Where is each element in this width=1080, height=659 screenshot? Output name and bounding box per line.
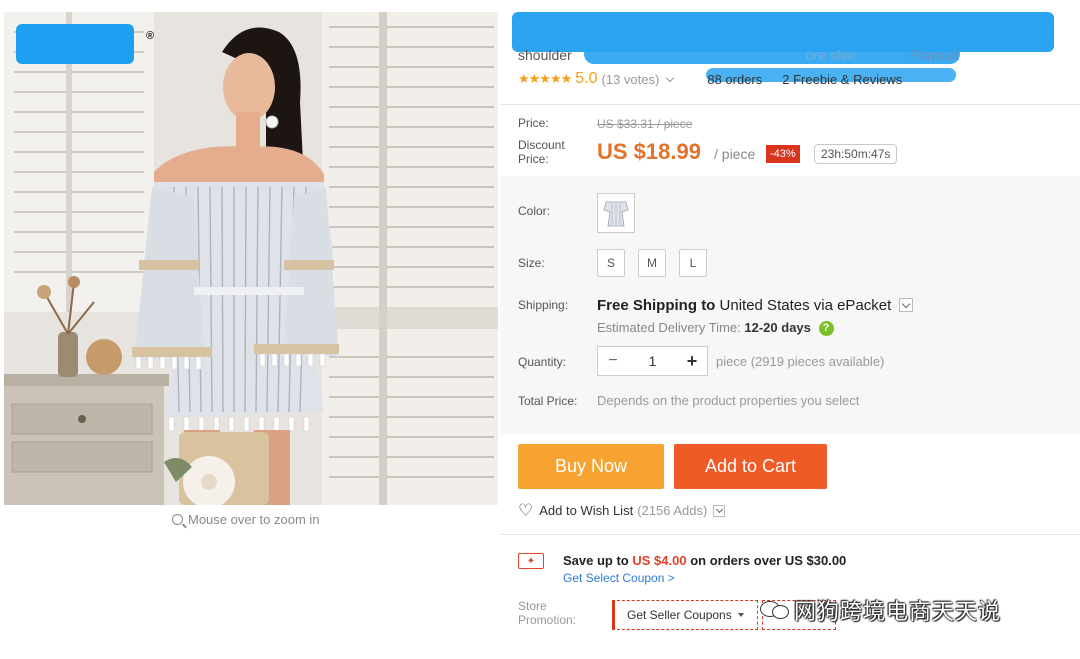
size-label: Size: bbox=[518, 256, 545, 270]
question-icon[interactable]: ? bbox=[818, 321, 834, 337]
size-option-l[interactable]: L bbox=[679, 249, 707, 277]
wish-list-label[interactable]: Add to Wish List bbox=[539, 503, 633, 518]
delivery-label: Estimated Delivery Time: bbox=[597, 320, 741, 335]
zoom-hint-text: Mouse over to zoom in bbox=[188, 512, 320, 527]
chevron-down-icon[interactable] bbox=[713, 504, 726, 517]
rating-row: ★★★★★ 5.0 (13 votes) 88 orders 2 Freebie… bbox=[518, 70, 902, 88]
store-label-line2: Promotion: bbox=[518, 613, 577, 627]
quantity-decrement-button[interactable]: − bbox=[598, 352, 628, 370]
seller-coupons-label: Get Seller Coupons bbox=[627, 608, 732, 622]
quantity-input[interactable]: 1 bbox=[628, 353, 677, 369]
save-amount: US $4.00 bbox=[632, 553, 687, 568]
store-label-line1: Store bbox=[518, 599, 547, 613]
wish-list-count: (2156 Adds) bbox=[637, 503, 708, 518]
rating-votes[interactable]: (13 votes) bbox=[602, 72, 660, 87]
delivery-time: Estimated Delivery Time: 12-20 days ? bbox=[597, 320, 834, 337]
get-select-coupon-link[interactable]: Get Select Coupon > bbox=[563, 571, 675, 585]
product-title-fragment-3: Playsuit bbox=[910, 47, 960, 63]
title-redaction-2 bbox=[584, 44, 960, 64]
buy-now-button[interactable]: Buy Now bbox=[518, 444, 664, 489]
shipping-destination: United States via ePacket bbox=[719, 297, 892, 314]
heart-icon[interactable]: ♡ bbox=[518, 502, 533, 519]
product-info-panel: shoulder ore slee Playsuit ★★★★★ 5.0 (13… bbox=[500, 0, 1080, 659]
quantity-stepper: − 1 + bbox=[597, 346, 708, 376]
rating-stars-icon: ★★★★★ bbox=[518, 71, 572, 86]
quantity-availability: piece (2919 pieces available) bbox=[716, 354, 885, 369]
get-seller-coupons-button[interactable]: Get Seller Coupons bbox=[612, 600, 758, 630]
color-label: Color: bbox=[518, 204, 551, 218]
save-promo-text: Save up to US $4.00 on orders over US $3… bbox=[563, 553, 846, 568]
watermark-text: 网狗跨境电商天天说 bbox=[794, 599, 1002, 624]
total-price-label: Total Price: bbox=[518, 394, 578, 408]
free-shipping-text: Free Shipping bbox=[597, 297, 698, 314]
discount-label-line2: Price: bbox=[518, 152, 549, 166]
discount-price-label: Discount Price: bbox=[518, 138, 565, 166]
dress-thumbnail-icon bbox=[603, 201, 629, 227]
zoom-hint: Mouse over to zoom in bbox=[172, 512, 320, 527]
countdown-timer: 23h:50m:47s bbox=[814, 144, 898, 164]
magnifier-icon bbox=[172, 514, 183, 525]
coupon-icon: ✦ bbox=[518, 553, 544, 569]
quantity-label: Quantity: bbox=[518, 355, 567, 369]
discount-price: US $18.99 bbox=[597, 139, 701, 164]
price-section bbox=[500, 104, 1080, 176]
reviews-link[interactable]: 2 Freebie & Reviews bbox=[782, 72, 902, 87]
quantity-increment-button[interactable]: + bbox=[677, 351, 707, 372]
redaction-overlay bbox=[16, 24, 134, 64]
size-option-s[interactable]: S bbox=[597, 249, 625, 277]
price-unit: / piece bbox=[714, 146, 756, 162]
save-prefix: Save up to bbox=[563, 553, 629, 568]
original-price: US $33.31 / piece bbox=[597, 117, 693, 131]
discount-badge: -43% bbox=[766, 145, 800, 163]
delivery-value: 12-20 days bbox=[744, 320, 811, 335]
price-label: Price: bbox=[518, 116, 549, 130]
caret-down-icon bbox=[737, 613, 744, 617]
shipping-label: Shipping: bbox=[518, 298, 569, 312]
store-promotion-label: Store Promotion: bbox=[518, 599, 576, 627]
add-to-cart-button[interactable]: Add to Cart bbox=[674, 444, 827, 489]
wish-list[interactable]: ♡ Add to Wish List (2156 Adds) bbox=[518, 502, 726, 519]
discount-label-line1: Discount bbox=[518, 138, 565, 152]
product-photo bbox=[4, 12, 498, 505]
chevron-down-icon[interactable] bbox=[666, 73, 675, 82]
shipping-method[interactable]: Free Shipping to United States via ePack… bbox=[597, 297, 914, 314]
product-title-fragment-1: shoulder bbox=[518, 47, 572, 63]
color-swatch[interactable] bbox=[597, 193, 635, 233]
section-divider bbox=[500, 534, 1080, 535]
product-title-fragment-2: ore slee bbox=[806, 47, 856, 63]
registered-mark: ® bbox=[146, 30, 155, 42]
orders-count: 88 orders bbox=[707, 71, 763, 87]
watermark: 网狗跨境电商天天说 bbox=[760, 594, 1001, 626]
rating-score: 5.0 bbox=[575, 70, 598, 87]
size-option-m[interactable]: M bbox=[638, 249, 666, 277]
chevron-down-icon[interactable] bbox=[899, 298, 914, 313]
wechat-icon bbox=[760, 597, 790, 623]
save-suffix: on orders over US $30.00 bbox=[690, 553, 847, 568]
product-main-image[interactable]: ® bbox=[4, 12, 498, 505]
total-price-note: Depends on the product properties you se… bbox=[597, 393, 860, 408]
shipping-to-text: to bbox=[701, 297, 716, 314]
